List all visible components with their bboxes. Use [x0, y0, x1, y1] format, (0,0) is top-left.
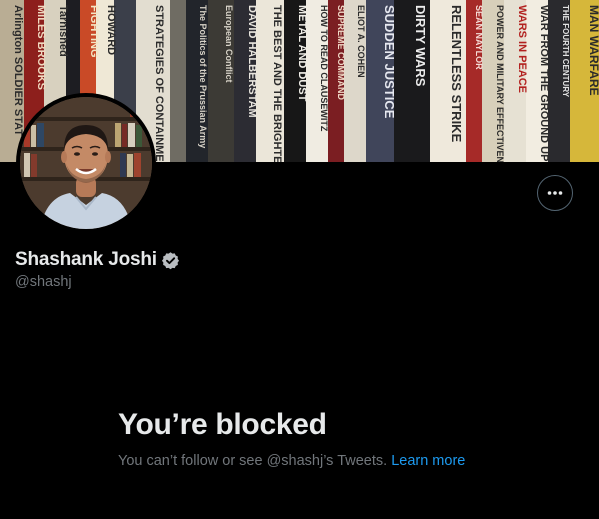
blocked-description: You can’t follow or see @shashj’s Tweets…	[118, 453, 465, 469]
svg-text:THE FOURTH CENTURY: THE FOURTH CENTURY	[561, 5, 570, 98]
more-options-button[interactable]	[537, 175, 573, 211]
svg-text:SUDDEN JUSTICE: SUDDEN JUSTICE	[382, 5, 397, 119]
svg-text:Arlington SOLDIER STAT: Arlington SOLDIER STAT	[12, 5, 24, 136]
blocked-title: You’re blocked	[118, 408, 327, 441]
svg-text:MAN WARFARE: MAN WARFARE	[587, 5, 599, 96]
profile-handle: @shashj	[15, 274, 72, 290]
svg-text:ELIOT A. COHEN: ELIOT A. COHEN	[356, 5, 366, 78]
svg-text:HOWARD: HOWARD	[105, 5, 117, 55]
svg-text:HOW TO READ CLAUSEWITZ: HOW TO READ CLAUSEWITZ	[319, 5, 329, 132]
svg-text:METAL AND DUST: METAL AND DUST	[296, 5, 308, 102]
svg-text:European Conflict: European Conflict	[224, 5, 234, 83]
svg-text:DIRTY WARS: DIRTY WARS	[413, 5, 428, 87]
svg-text:THE BEST AND THE BRIGHTEST: THE BEST AND THE BRIGHTEST	[271, 5, 283, 162]
svg-text:RELENTLESS STRIKE: RELENTLESS STRIKE	[449, 5, 464, 143]
verified-badge-icon[interactable]	[161, 251, 180, 270]
svg-text:WAR FROM THE GROUND UP: WAR FROM THE GROUND UP	[538, 5, 550, 161]
profile-avatar[interactable]	[16, 93, 156, 233]
svg-text:WARS IN PEACE: WARS IN PEACE	[516, 5, 528, 93]
svg-text:SUPREME COMMAND: SUPREME COMMAND	[336, 5, 346, 101]
svg-text:Tarnished: Tarnished	[57, 5, 69, 57]
svg-text:POWER AND MILITARY EFFECTIVENE: POWER AND MILITARY EFFECTIVENESS	[495, 5, 505, 162]
learn-more-link[interactable]: Learn more	[391, 453, 465, 469]
profile-display-name: Shashank Joshi	[15, 249, 157, 270]
svg-text:DAVID HALBERSTAM: DAVID HALBERSTAM	[246, 5, 258, 118]
svg-text:The Politics of the Prussian A: The Politics of the Prussian Army	[198, 5, 208, 148]
svg-text:SEAN NAYLOR: SEAN NAYLOR	[474, 5, 484, 70]
svg-text:FIGHTING: FIGHTING	[88, 5, 100, 58]
profile-name-row: Shashank Joshi	[15, 249, 180, 271]
svg-text:MILES BROOKS: MILES BROOKS	[35, 5, 47, 90]
ellipsis-icon	[547, 191, 563, 195]
blocked-description-text: You can’t follow or see @shashj’s Tweets…	[118, 453, 388, 469]
avatar-photo	[20, 97, 152, 229]
svg-text:STRATEGIES OF CONTAINMENT: STRATEGIES OF CONTAINMENT	[153, 5, 165, 162]
